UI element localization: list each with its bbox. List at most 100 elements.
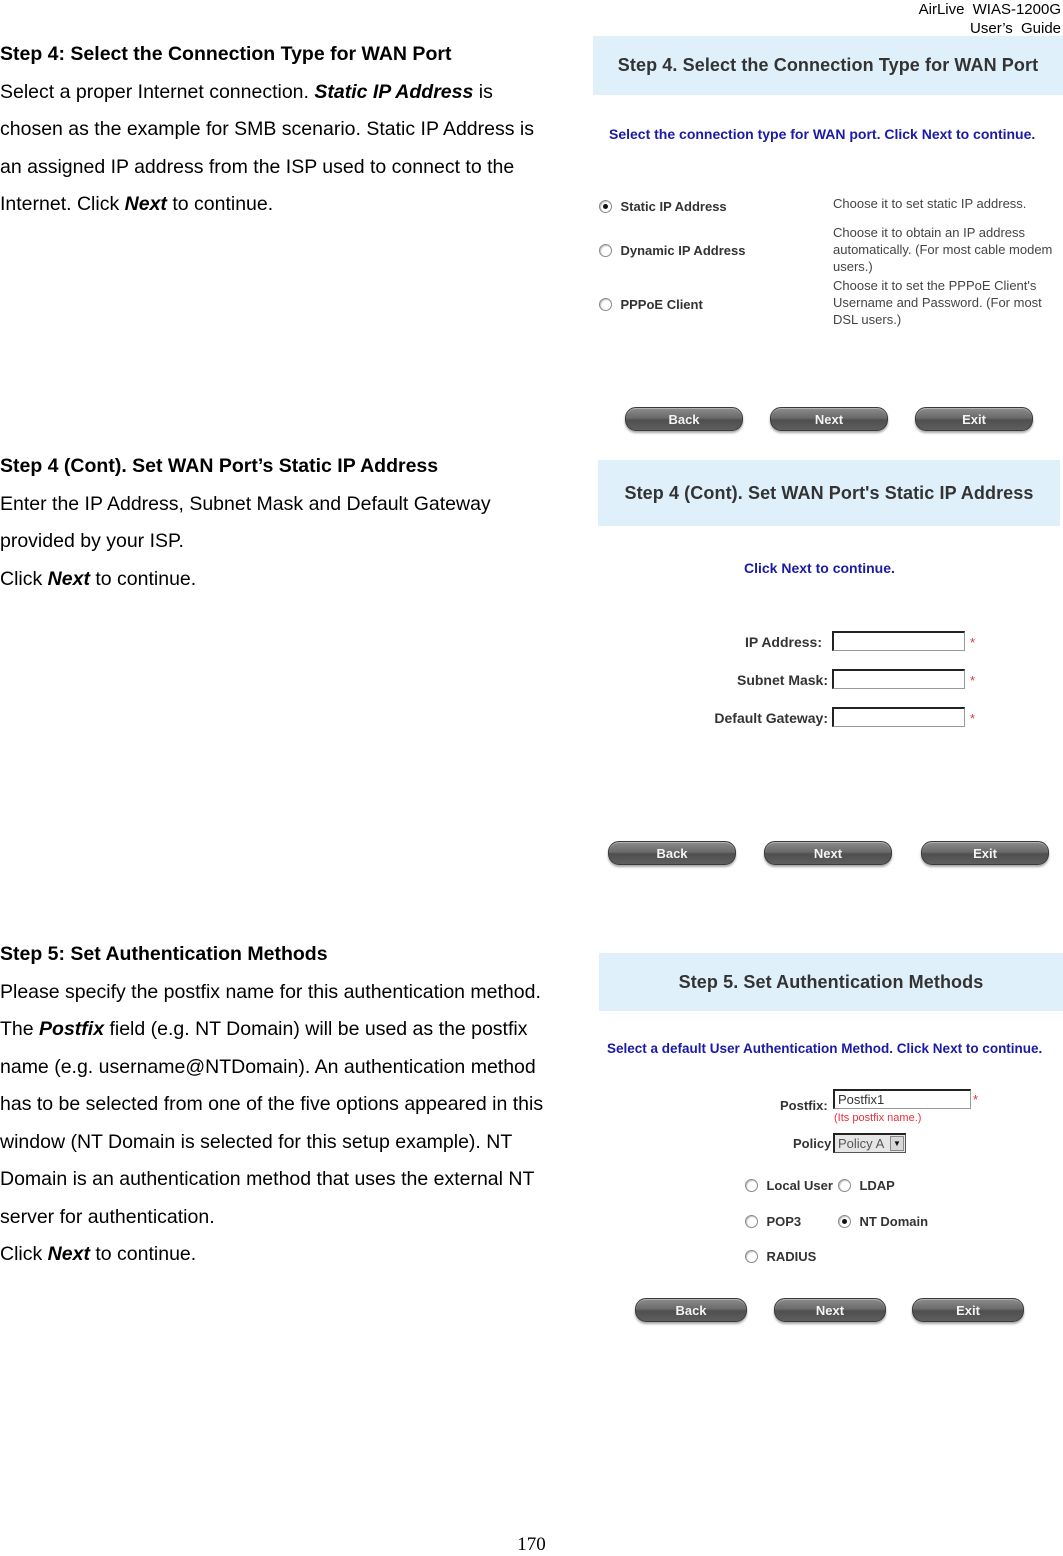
option-pppoe[interactable]: PPPoE Client	[599, 296, 703, 314]
step5-heading: Step 5: Set Authentication Methods	[0, 943, 328, 965]
static-ip-screen: Step 4 (Cont). Set WAN Port's Static IP …	[598, 460, 1060, 880]
panel-instruction: Select a default User Authentication Met…	[607, 1041, 1043, 1056]
method-nt-domain[interactable]: NT Domain	[838, 1213, 928, 1231]
desc-line: DSL users.)	[833, 312, 902, 327]
desc-line: Username and Password. (For most	[833, 295, 1042, 310]
required-mark: *	[970, 673, 976, 688]
next-button[interactable]: Next	[770, 407, 888, 431]
option-dynamic-ip[interactable]: Dynamic IP Address	[599, 242, 745, 260]
back-button[interactable]: Back	[635, 1298, 747, 1322]
panel-title: Step 4 (Cont). Set WAN Port's Static IP …	[598, 460, 1060, 526]
option-label: PPPoE Client	[620, 297, 703, 312]
method-label: RADIUS	[766, 1249, 817, 1264]
product-name: AirLive WIAS-1200G	[918, 1, 1061, 18]
subnet-mask-input[interactable]	[832, 669, 965, 689]
step5-line-3: name (e.g. username@NTDomain). An authen…	[0, 1055, 536, 1078]
policy-select[interactable]: Policy A ▼	[833, 1133, 906, 1153]
policy-label: Policy	[793, 1136, 832, 1151]
method-label: Local User	[766, 1178, 833, 1193]
ip-address-input[interactable]	[832, 631, 965, 651]
desc-line: automatically. (For most cable modem	[833, 242, 1053, 257]
back-button[interactable]: Back	[608, 841, 736, 865]
step5-text: Step 5: Set Authentication Methods Pleas…	[0, 936, 590, 1274]
radio-icon[interactable]	[599, 298, 612, 312]
step4cont-heading: Step 4 (Cont). Set WAN Port’s Static IP …	[0, 455, 439, 477]
text: Click	[0, 567, 48, 590]
page-number: 170	[517, 1534, 546, 1555]
option-desc: Choose it to obtain an IP address automa…	[833, 224, 1052, 275]
radio-icon[interactable]	[599, 244, 612, 258]
option-label: Dynamic IP Address	[620, 243, 746, 258]
text: field (e.g. NT Domain) will be used as t…	[104, 1018, 528, 1040]
postfix-input[interactable]	[833, 1089, 971, 1109]
method-radius[interactable]: RADIUS	[745, 1248, 816, 1266]
text: to continue.	[89, 1243, 197, 1265]
radio-icon[interactable]	[745, 1250, 758, 1264]
step5-line-8: Click Next to continue.	[0, 1236, 590, 1274]
desc-line: Choose it to obtain an IP address	[833, 225, 1025, 240]
exit-button[interactable]: Exit	[921, 841, 1049, 865]
radio-icon[interactable]	[838, 1179, 851, 1193]
required-mark: *	[970, 635, 976, 650]
emphasis: Static IP Address	[314, 80, 474, 103]
auth-screen: Step 5. Set Authentication Methods Selec…	[599, 953, 1063, 1333]
emphasis: Next	[47, 567, 90, 590]
required-mark: *	[970, 711, 976, 726]
option-desc: Choose it to set static IP address.	[833, 195, 1026, 212]
radio-icon[interactable]	[745, 1215, 758, 1229]
step4-line-1: Select a proper Internet connection. Sta…	[0, 74, 590, 112]
step4cont-line-1: Enter the IP Address, Subnet Mask and De…	[0, 492, 491, 515]
exit-button[interactable]: Exit	[915, 407, 1033, 431]
step4-line-3: an assigned IP address from the ISP used…	[0, 155, 515, 178]
ip-address-label: IP Address:	[744, 634, 822, 650]
default-gateway-input[interactable]	[832, 707, 965, 727]
option-static-ip[interactable]: Static IP Address	[599, 198, 727, 216]
panel-title: Step 4. Select the Connection Type for W…	[593, 36, 1063, 95]
radio-checked-icon[interactable]	[838, 1215, 851, 1229]
text: Click	[0, 1243, 48, 1265]
text: to continue.	[89, 567, 197, 590]
panel-instruction: Select the connection type for WAN port.…	[609, 126, 1036, 142]
step4cont-line-3: Click Next to continue.	[0, 561, 590, 599]
exit-button[interactable]: Exit	[912, 1298, 1024, 1322]
text: Internet. Click	[0, 193, 125, 215]
emphasis: Next	[124, 193, 167, 215]
required-mark: *	[973, 1092, 979, 1107]
option-label: Static IP Address	[620, 199, 727, 214]
method-label: NT Domain	[859, 1214, 929, 1229]
text: The	[0, 1018, 40, 1040]
radio-icon[interactable]	[745, 1179, 758, 1193]
step5-line-5: window (NT Domain is selected for this s…	[0, 1130, 513, 1153]
method-pop3[interactable]: POP3	[745, 1213, 801, 1231]
page-header: AirLive WIAS-1200G User’s Guide	[919, 0, 1061, 38]
text: Select a proper Internet connection.	[0, 80, 315, 103]
text: is	[473, 80, 493, 103]
wan-type-screen: Step 4. Select the Connection Type for W…	[593, 36, 1063, 436]
emphasis: Postfix	[39, 1018, 105, 1040]
step4cont-text: Step 4 (Cont). Set WAN Port’s Static IP …	[0, 448, 590, 598]
option-desc: Choose it to set the PPPoE Client's User…	[833, 277, 1042, 328]
next-button[interactable]: Next	[774, 1298, 886, 1322]
step5-line-6: Domain is an authentication method that …	[0, 1168, 535, 1190]
step5-line-7: server for authentication.	[0, 1205, 215, 1228]
policy-value: Policy A	[838, 1136, 885, 1151]
method-ldap[interactable]: LDAP	[838, 1177, 895, 1195]
method-local-user[interactable]: Local User	[745, 1177, 833, 1195]
desc-line: Choose it to set static IP address.	[833, 196, 1027, 211]
text: to continue.	[166, 193, 274, 215]
default-gateway-label: Default Gateway:	[714, 710, 828, 726]
panel-title: Step 5. Set Authentication Methods	[599, 953, 1063, 1011]
radio-checked-icon[interactable]	[599, 200, 612, 214]
step5-line-4: has to be selected from one of the five …	[0, 1093, 544, 1115]
step5-line-1: Please specify the postfix name for this…	[0, 980, 541, 1003]
step4-text: Step 4: Select the Connection Type for W…	[0, 36, 590, 224]
back-button[interactable]: Back	[625, 407, 743, 431]
step4-heading: Step 4: Select the Connection Type for W…	[0, 43, 452, 65]
desc-line: Choose it to set the PPPoE Client's	[833, 278, 1037, 293]
dropdown-arrow-icon[interactable]: ▼	[890, 1136, 904, 1151]
postfix-label: Postfix:	[780, 1098, 828, 1113]
step5-line-2: The Postfix field (e.g. NT Domain) will …	[0, 1011, 590, 1049]
panel-instruction: Click Next to continue.	[744, 560, 895, 576]
next-button[interactable]: Next	[764, 841, 892, 865]
method-label: LDAP	[859, 1178, 895, 1193]
